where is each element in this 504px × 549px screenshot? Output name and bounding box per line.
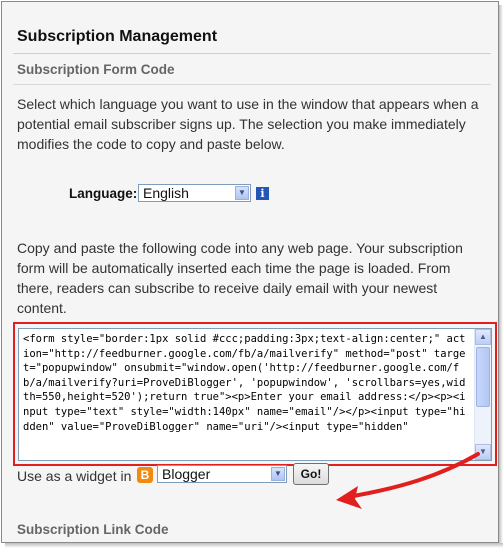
scroll-thumb[interactable] (476, 347, 490, 407)
frame-shadow-right (499, 5, 503, 546)
language-label: Language: (69, 186, 138, 201)
page-title: Subscription Management (17, 28, 218, 45)
info-icon[interactable]: i (256, 187, 269, 200)
widget-platform-select[interactable]: Blogger ▼ (157, 465, 287, 483)
section-divider (13, 84, 491, 85)
scroll-up-button[interactable]: ▲ (475, 329, 491, 345)
language-select[interactable]: English ▼ (138, 184, 251, 202)
section-heading-link-code: Subscription Link Code (17, 522, 169, 537)
code-textarea[interactable]: <form style="border:1px solid #ccc;paddi… (18, 328, 492, 461)
blogger-icon: B (137, 467, 153, 483)
red-arrow-annotation (336, 452, 480, 509)
widget-select-value: Blogger (162, 466, 211, 482)
widget-label: Use as a widget in (17, 468, 132, 484)
section-heading-form-code: Subscription Form Code (17, 62, 175, 77)
instructions-paragraph: Copy and paste the following code into a… (17, 240, 463, 316)
chevron-down-icon[interactable]: ▼ (235, 186, 249, 200)
title-divider (13, 53, 491, 54)
frame-shadow-bottom (5, 543, 503, 548)
code-snippet[interactable]: <form style="border:1px solid #ccc;paddi… (23, 332, 469, 434)
code-scrollbar[interactable]: ▲ ▼ (474, 329, 491, 460)
intro-paragraph: Select which language you want to use in… (17, 96, 479, 152)
chevron-down-icon[interactable]: ▼ (271, 467, 285, 481)
go-button[interactable]: Go! (293, 463, 329, 485)
language-select-value: English (143, 185, 189, 201)
